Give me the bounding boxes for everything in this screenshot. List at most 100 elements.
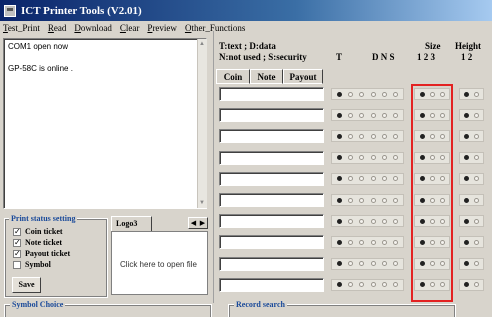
row-text-input[interactable]	[219, 193, 324, 207]
type-radio[interactable]	[348, 176, 354, 182]
arrow-left-icon[interactable]: ◀	[191, 219, 196, 227]
logo-tab-scroller[interactable]: ◀ ▶	[188, 217, 208, 229]
type-radio[interactable]	[359, 239, 365, 245]
type-radio[interactable]	[359, 197, 365, 203]
type-radio[interactable]	[381, 218, 387, 224]
logo-file-panel[interactable]: Click here to open file	[111, 231, 208, 295]
type-radio[interactable]	[337, 176, 343, 182]
height-radio[interactable]	[464, 197, 470, 203]
type-radio[interactable]	[381, 155, 387, 161]
type-radio[interactable]	[348, 91, 354, 97]
height-radio[interactable]	[473, 239, 479, 245]
type-radio[interactable]	[381, 239, 387, 245]
height-radio[interactable]	[464, 239, 470, 245]
type-radio[interactable]	[359, 112, 365, 118]
type-radio[interactable]	[370, 91, 376, 97]
row-text-input[interactable]	[219, 129, 324, 144]
height-radio[interactable]	[473, 176, 479, 182]
menu-download[interactable]: Download	[74, 23, 112, 33]
type-radio[interactable]	[337, 261, 343, 267]
type-radio[interactable]	[337, 133, 343, 139]
type-radio[interactable]	[392, 112, 398, 118]
coin-ticket-checkbox[interactable]: ✓ Coin ticket	[13, 227, 63, 236]
type-radio[interactable]	[337, 218, 343, 224]
save-button[interactable]: Save	[12, 277, 41, 293]
type-radio[interactable]	[359, 91, 365, 97]
type-radio[interactable]	[392, 282, 398, 288]
height-radio[interactable]	[473, 218, 479, 224]
tab-logo3[interactable]: Logo3	[111, 216, 152, 231]
type-radio[interactable]	[370, 197, 376, 203]
height-radio[interactable]	[473, 155, 479, 161]
type-radio[interactable]	[370, 155, 376, 161]
type-radio[interactable]	[381, 176, 387, 182]
height-radio[interactable]	[473, 91, 479, 97]
type-radio[interactable]	[392, 176, 398, 182]
menu-other-functions[interactable]: Other_Functions	[185, 23, 246, 33]
type-radio[interactable]	[348, 197, 354, 203]
height-radio[interactable]	[473, 133, 479, 139]
height-radio[interactable]	[464, 155, 470, 161]
scroll-up-icon[interactable]: ▲	[199, 41, 205, 47]
type-radio[interactable]	[370, 176, 376, 182]
height-radio[interactable]	[473, 261, 479, 267]
height-radio[interactable]	[464, 282, 470, 288]
type-radio[interactable]	[359, 261, 365, 267]
type-radio[interactable]	[370, 239, 376, 245]
type-radio[interactable]	[348, 112, 354, 118]
menu-read[interactable]: Read	[48, 23, 67, 33]
type-radio[interactable]	[337, 197, 343, 203]
type-radio[interactable]	[337, 112, 343, 118]
height-radio[interactable]	[464, 112, 470, 118]
row-text-input[interactable]	[219, 214, 324, 229]
type-radio[interactable]	[370, 218, 376, 224]
type-radio[interactable]	[392, 197, 398, 203]
height-radio[interactable]	[464, 218, 470, 224]
log-panel[interactable]: COM1 open now GP-58C is online .	[3, 38, 207, 209]
type-radio[interactable]	[370, 261, 376, 267]
symbol-checkbox[interactable]: Symbol	[13, 260, 51, 269]
type-radio[interactable]	[337, 155, 343, 161]
type-radio[interactable]	[359, 218, 365, 224]
scroll-down-icon[interactable]: ▼	[199, 200, 205, 206]
menu-clear[interactable]: Clear	[120, 23, 140, 33]
payout-ticket-checkbox[interactable]: ✓ Payout ticket	[13, 249, 70, 258]
type-radio[interactable]	[381, 112, 387, 118]
type-radio[interactable]	[392, 91, 398, 97]
row-text-input[interactable]	[219, 171, 324, 186]
row-text-input[interactable]	[219, 256, 324, 271]
type-radio[interactable]	[381, 133, 387, 139]
type-radio[interactable]	[392, 155, 398, 161]
type-radio[interactable]	[359, 176, 365, 182]
type-radio[interactable]	[392, 239, 398, 245]
type-radio[interactable]	[348, 239, 354, 245]
type-radio[interactable]	[348, 261, 354, 267]
row-text-input[interactable]	[219, 235, 324, 250]
type-radio[interactable]	[359, 282, 365, 288]
row-text-input[interactable]	[219, 277, 324, 292]
row-text-input[interactable]	[219, 87, 324, 101]
type-radio[interactable]	[348, 218, 354, 224]
type-radio[interactable]	[381, 91, 387, 97]
type-radio[interactable]	[337, 282, 343, 288]
type-radio[interactable]	[370, 133, 376, 139]
type-radio[interactable]	[359, 155, 365, 161]
type-radio[interactable]	[348, 282, 354, 288]
type-radio[interactable]	[337, 239, 343, 245]
height-radio[interactable]	[473, 112, 479, 118]
type-radio[interactable]	[359, 133, 365, 139]
type-radio[interactable]	[337, 91, 343, 97]
type-radio[interactable]	[348, 133, 354, 139]
type-radio[interactable]	[348, 155, 354, 161]
type-radio[interactable]	[381, 197, 387, 203]
type-radio[interactable]	[392, 218, 398, 224]
type-radio[interactable]	[370, 112, 376, 118]
tab-coin[interactable]: Coin	[216, 69, 250, 84]
tab-payout[interactable]: Payout	[283, 69, 323, 84]
height-radio[interactable]	[464, 91, 470, 97]
height-radio[interactable]	[473, 282, 479, 288]
height-radio[interactable]	[464, 176, 470, 182]
row-text-input[interactable]	[219, 150, 324, 165]
height-radio[interactable]	[473, 197, 479, 203]
type-radio[interactable]	[381, 282, 387, 288]
